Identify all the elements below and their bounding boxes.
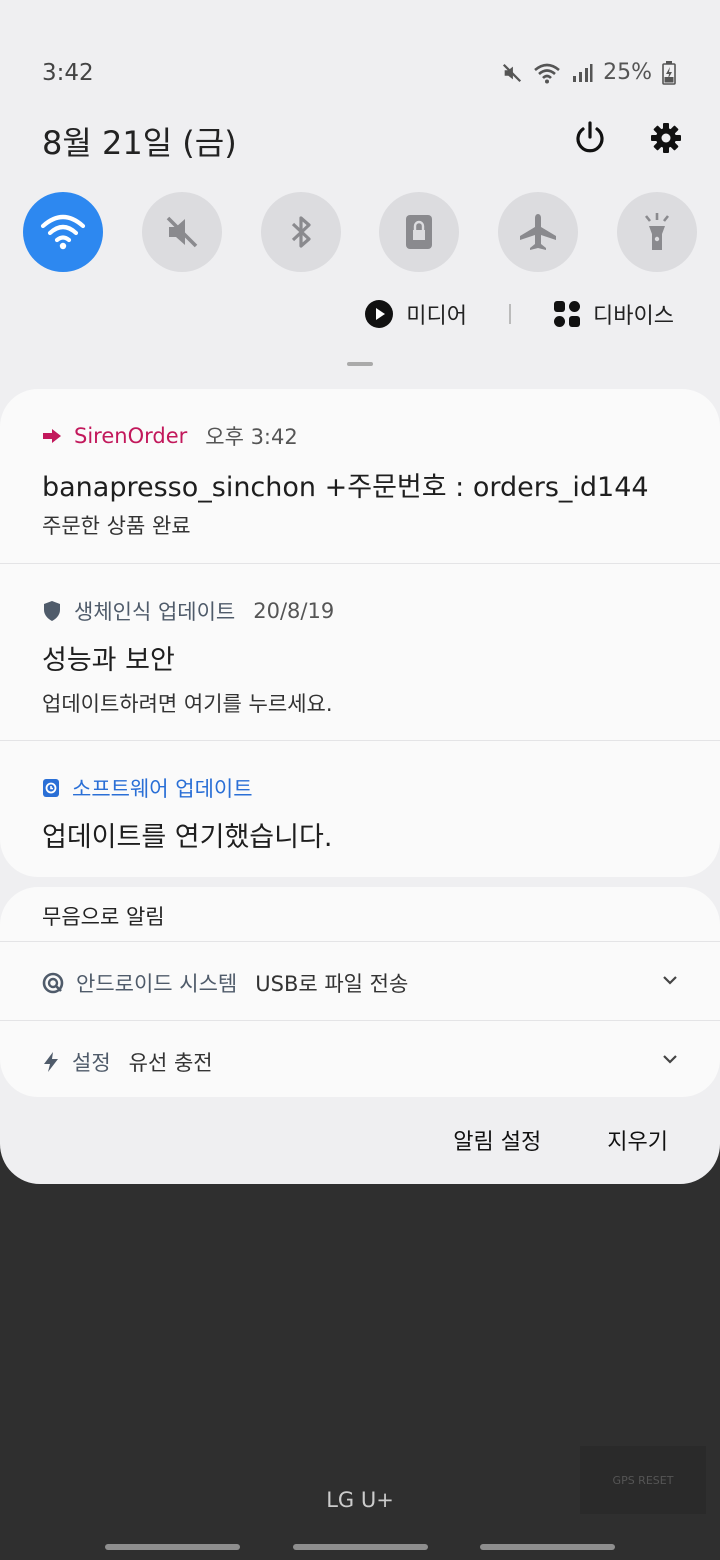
notification-title: 성능과 보안 [42, 645, 175, 676]
nav-bar-right[interactable] [480, 1544, 615, 1550]
silent-notifications-card: 무음으로 알림 안드로이드 시스템 USB로 파일 전송 설정 유선 충전 [0, 887, 720, 1097]
silent-item-text: USB로 파일 전송 [255, 972, 409, 996]
notification-panel: 3:42 25% 8월 21일 (금) 미디어 디바이스 SirenOrder … [0, 0, 720, 1184]
nav-bar-left[interactable] [105, 1544, 240, 1550]
media-button[interactable]: 미디어 [364, 298, 467, 330]
notification-app-name: 소프트웨어 업데이트 [72, 777, 253, 801]
silent-header-label: 무음으로 알림 [42, 905, 165, 929]
lock-screen-icon [406, 215, 433, 249]
notifications-card: SirenOrder 오후 3:42 banapresso_sinchon +주… [0, 389, 720, 877]
silent-section-header: 무음으로 알림 [0, 887, 720, 942]
airplane-icon [520, 214, 557, 250]
drag-handle[interactable] [347, 362, 373, 366]
silent-item-android-system[interactable]: 안드로이드 시스템 USB로 파일 전송 [0, 942, 720, 1021]
battery-charging-icon [662, 60, 676, 85]
silent-app-name: 안드로이드 시스템 [76, 972, 238, 996]
sound-toggle[interactable] [141, 192, 222, 272]
wifi-icon [40, 214, 86, 250]
bluetooth-icon [291, 216, 311, 248]
carrier-label: LG U+ [326, 1488, 394, 1512]
wifi-status-icon [534, 63, 560, 83]
silent-app-name: 설정 [72, 1051, 111, 1075]
media-label: 미디어 [406, 304, 468, 329]
devices-grid-icon [554, 301, 581, 327]
silent-item-settings[interactable]: 설정 유선 충전 [0, 1021, 720, 1097]
battery-percent: 25% [603, 60, 652, 85]
clear-button[interactable]: 지우기 [607, 1124, 668, 1156]
notification-time: 오후 3:42 [205, 425, 298, 449]
notification-app-name: 생체인식 업데이트 [74, 600, 236, 624]
gear-icon[interactable] [648, 120, 684, 156]
lightning-icon [44, 1052, 58, 1072]
silent-item-text: 유선 충전 [128, 1051, 213, 1075]
notification-title: banapresso_sinchon +주문번호 : orders_id144 [42, 472, 649, 503]
signal-icon [573, 63, 593, 82]
notification-settings-button[interactable]: 알림 설정 [453, 1124, 541, 1156]
power-icon[interactable] [572, 120, 608, 156]
bluetooth-toggle[interactable] [260, 192, 341, 272]
shield-icon [44, 601, 60, 621]
notification-body: 업데이트하려면 여기를 누르세요. [42, 692, 333, 716]
nav-bar-center[interactable] [293, 1544, 428, 1550]
wifi-toggle[interactable] [23, 192, 103, 272]
screen-lock-toggle[interactable] [379, 192, 460, 272]
android-system-icon [42, 972, 64, 994]
notification-sirenorder[interactable]: SirenOrder 오후 3:42 banapresso_sinchon +주… [0, 389, 720, 564]
software-update-icon [43, 779, 59, 797]
date-label: 8월 21일 (금) [42, 124, 237, 162]
quick-toggles [23, 192, 697, 272]
status-time: 3:42 [42, 60, 94, 86]
notification-body: 주문한 상품 완료 [42, 514, 191, 538]
play-circle-icon [365, 300, 394, 328]
mute-icon [166, 216, 198, 248]
devices-label: 디바이스 [593, 304, 674, 329]
divider [509, 304, 512, 324]
devices-button[interactable]: 디바이스 [553, 298, 674, 330]
arrow-right-icon [43, 429, 61, 443]
notification-app-name: SirenOrder [74, 424, 188, 448]
airplane-toggle[interactable] [498, 192, 579, 272]
status-icons: 25% [501, 60, 676, 85]
notification-time: 20/8/19 [253, 599, 335, 623]
flashlight-icon [644, 213, 669, 250]
chevron-down-icon[interactable] [660, 1049, 680, 1069]
chevron-down-icon[interactable] [660, 970, 680, 990]
notification-title: 업데이트를 연기했습니다. [42, 822, 333, 853]
notification-software-update[interactable]: 소프트웨어 업데이트 업데이트를 연기했습니다. [0, 741, 720, 877]
flashlight-toggle[interactable] [616, 192, 697, 272]
mute-icon [503, 63, 522, 82]
notification-biometrics[interactable]: 생체인식 업데이트 20/8/19 성능과 보안 업데이트하려면 여기를 누르세… [0, 564, 720, 741]
